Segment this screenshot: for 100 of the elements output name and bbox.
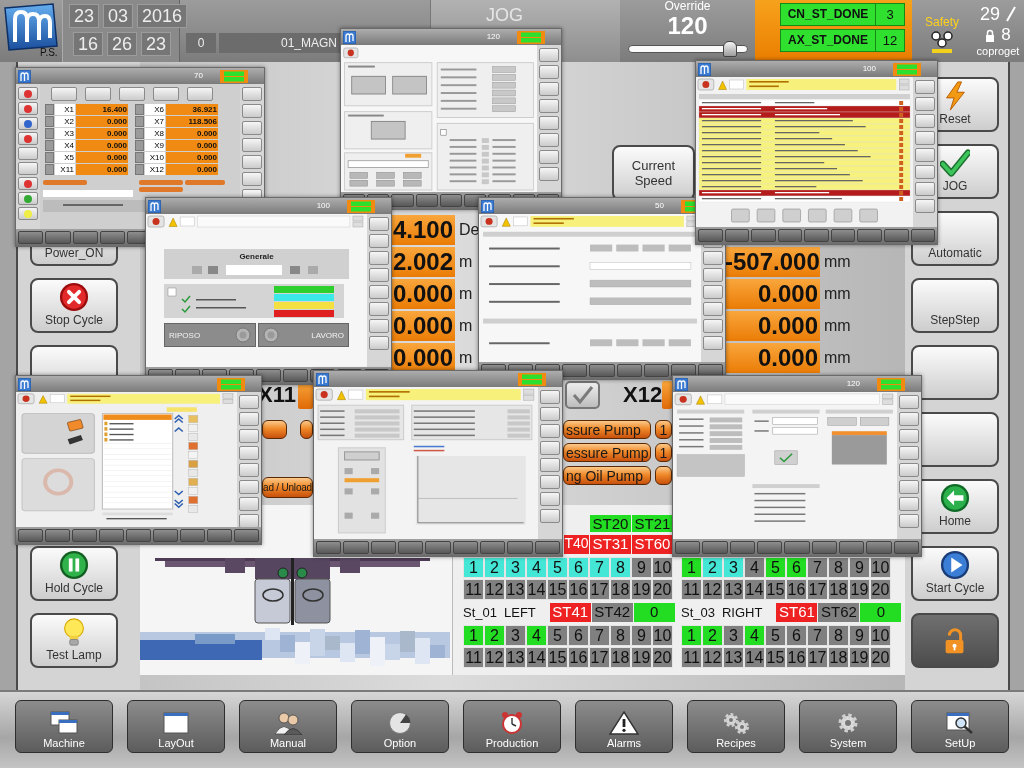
toolbar-button[interactable]: SetUp: [911, 700, 1009, 753]
check-button[interactable]: [565, 381, 600, 409]
user-level: 29: [980, 3, 1000, 25]
window-preview-dialog[interactable]: [15, 375, 262, 545]
mini-button: [242, 172, 262, 186]
grid-cell: 1: [681, 557, 702, 578]
axis-value: 16.400: [76, 104, 128, 115]
pump-button[interactable]: ssure Pump: [563, 420, 651, 439]
time-field: 23: [141, 32, 172, 56]
count-button[interactable]: 1: [655, 443, 672, 462]
mode-label: JOG: [486, 5, 523, 25]
window-preview-dialog[interactable]: 120: [340, 28, 562, 210]
slider-value: 120: [846, 379, 860, 389]
toolbar-button[interactable]: LayOut: [127, 700, 225, 753]
mini-button: [729, 541, 755, 554]
mini-button: [616, 364, 642, 377]
window-preview-dialog[interactable]: 100 Generale RIPOSO LAVORO: [145, 197, 392, 385]
mini-button: [703, 319, 723, 333]
mini-button: [45, 140, 54, 151]
lamp-button[interactable]: Test Lamp: [30, 613, 118, 668]
toolbar-button[interactable]: Recipes: [687, 700, 785, 753]
play-icon: [940, 550, 970, 580]
axis-value: 36.921: [166, 104, 218, 115]
time-field: 16: [73, 32, 104, 56]
grid-cell: 9: [631, 557, 652, 578]
mini-button: [369, 234, 389, 248]
grid-cell: 12: [484, 647, 505, 668]
pause-button[interactable]: Hold Cycle: [30, 546, 118, 601]
window-preview-dialog[interactable]: 100: [695, 60, 938, 245]
state-button: RIPOSO: [164, 323, 256, 347]
grid-cell: 15: [547, 647, 568, 668]
command-button[interactable]: StepStep: [911, 278, 999, 333]
mini-button: [539, 116, 559, 130]
count-button[interactable]: 1: [655, 420, 672, 439]
blank-button[interactable]: [911, 345, 999, 400]
mini-button: [135, 152, 144, 163]
mini-button: [540, 509, 560, 523]
mini-button: [883, 229, 909, 242]
toolbar-button[interactable]: Alarms: [575, 700, 673, 753]
mini-button: [703, 268, 723, 282]
mini-button: [45, 116, 54, 127]
pump-button[interactable]: ng Oil Pump: [563, 466, 651, 485]
axis-value: 0.000: [76, 128, 128, 139]
stop-button[interactable]: Stop Cycle: [30, 278, 118, 333]
station-name: St_01: [463, 605, 497, 620]
axis-label: X3: [55, 128, 75, 139]
grid-cell: 6: [786, 625, 807, 646]
station-side: RIGHT: [722, 605, 763, 620]
mini-button: [126, 529, 151, 542]
window-preview-dialog[interactable]: 120: [672, 375, 922, 557]
slider-thumb[interactable]: [722, 41, 737, 57]
grid-cell: 17: [589, 579, 610, 600]
mini-button: [398, 541, 424, 554]
program-name-field: 01_MAGN: [219, 33, 340, 53]
axis-value: 118.506: [166, 116, 218, 127]
toolbar-button[interactable]: Production: [463, 700, 561, 753]
start-button[interactable]: Start Cycle: [911, 546, 999, 601]
grid-cell: 8: [828, 557, 849, 578]
axis-unit: De: [458, 220, 480, 240]
axis-label: X7: [145, 116, 165, 127]
override-slider[interactable]: [627, 41, 748, 57]
mini-button: [702, 541, 728, 554]
action-button[interactable]: [655, 466, 672, 485]
load-button[interactable]: ad / Unload: [262, 477, 313, 498]
slider-value: 120: [486, 32, 500, 42]
action-button[interactable]: [300, 420, 313, 439]
grid-cell: 19: [631, 579, 652, 600]
axis-value: 0.000: [725, 311, 820, 341]
grid-cell: 15: [547, 579, 568, 600]
mini-button: [539, 82, 559, 96]
pump-button[interactable]: essure Pump: [563, 443, 651, 462]
safety-icon: [929, 31, 955, 53]
toolbar-button[interactable]: Manual: [239, 700, 337, 753]
window-preview-dialog[interactable]: [313, 370, 563, 557]
axis-unit: mm: [823, 348, 852, 368]
status-value: 3: [876, 3, 905, 26]
window-preview-dialog[interactable]: 50: [478, 197, 726, 380]
mini-button: [915, 199, 935, 213]
mini-button: [703, 302, 723, 316]
action-button[interactable]: [262, 420, 287, 439]
axis-value: 0.000: [166, 164, 218, 175]
grid-cell: 1: [463, 625, 484, 646]
mini-button: [777, 229, 803, 242]
slider-value: 100: [862, 64, 876, 74]
mini-button: [724, 229, 750, 242]
grid-cell: 12: [702, 579, 723, 600]
axis-label: X12: [145, 164, 165, 175]
check-icon: [940, 148, 970, 178]
panel-title: Generale: [239, 252, 274, 262]
mini-button: [135, 164, 144, 175]
toolbar-button[interactable]: Option: [351, 700, 449, 753]
toolbar-button[interactable]: Machine: [15, 700, 113, 753]
mini-button: [507, 541, 533, 554]
toolbar-button[interactable]: System: [799, 700, 897, 753]
mini-button: [866, 541, 892, 554]
station-badge: 0: [633, 603, 675, 622]
status-indicator-icon: [517, 30, 545, 44]
lock-button[interactable]: [911, 613, 999, 668]
mini-button: [369, 319, 389, 333]
mini-button: [135, 140, 144, 151]
